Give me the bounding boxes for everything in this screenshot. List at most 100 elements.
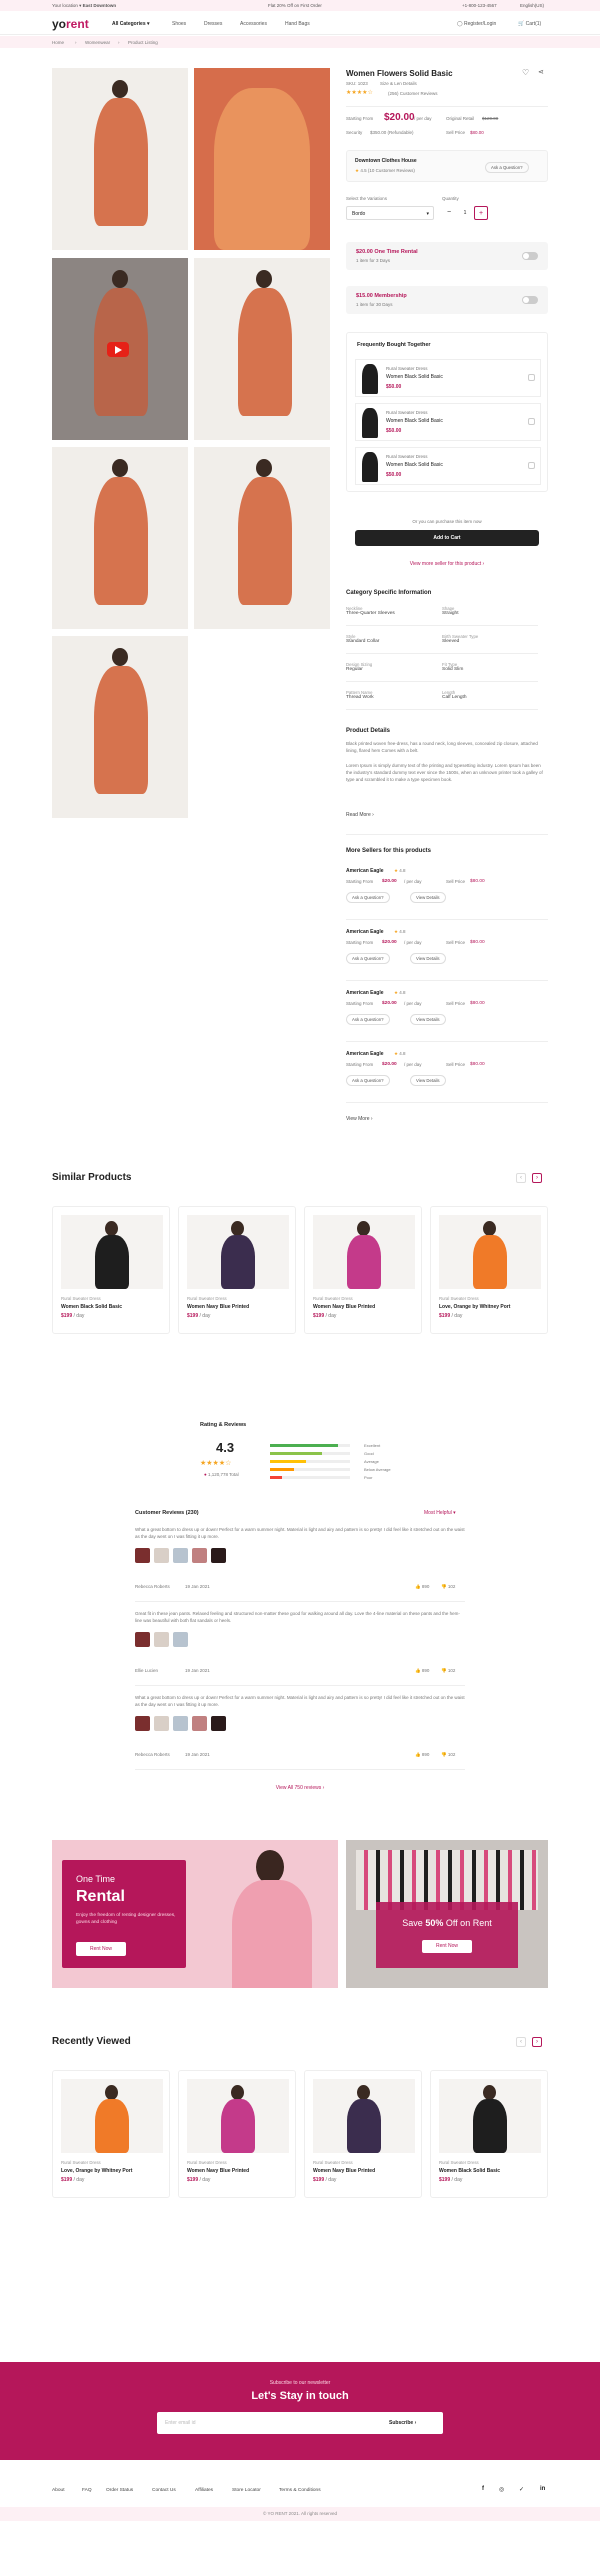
language-selector[interactable]: English(US) (520, 3, 544, 8)
review-photo[interactable] (135, 1548, 150, 1563)
seller-name[interactable]: American Eagle (346, 1051, 384, 1057)
logo[interactable]: yorent (52, 17, 89, 31)
view-details-button[interactable]: View Details (410, 1075, 446, 1086)
linkedin-icon[interactable]: in (540, 2486, 545, 2492)
ask-question-button[interactable]: Ask a Question? (485, 162, 529, 173)
review-photo[interactable] (135, 1632, 150, 1647)
reviews-count[interactable]: (256) Customer Reviews (388, 91, 438, 96)
product-card[interactable]: Rural Sweater Dress Love, Orange by Whitn… (52, 2070, 170, 2198)
footer-link-affiliates[interactable]: Affiliates (195, 2488, 213, 2493)
nav-dresses[interactable]: Dresses (204, 21, 222, 27)
sale-banner[interactable]: Save 50% Off on Rent Rent Now (346, 1840, 548, 1988)
dislike-button[interactable]: 👎 102 (441, 1668, 455, 1674)
review-photo[interactable] (211, 1716, 226, 1731)
ask-question-button[interactable]: Ask a Question? (346, 1075, 390, 1086)
quantity-value[interactable]: 1 (458, 206, 472, 220)
product-name[interactable]: Women Black Solid Basic (61, 1304, 122, 1310)
shop-name[interactable]: Downtown Clothes House (355, 158, 417, 164)
review-photo[interactable] (173, 1632, 188, 1647)
seller-name[interactable]: American Eagle (346, 868, 384, 874)
play-icon[interactable] (107, 342, 129, 357)
product-card[interactable]: Rural Sweater Dress Women Navy Blue Print… (304, 1206, 422, 1334)
all-categories-button[interactable]: All Categories ▾ (112, 21, 150, 27)
review-photo[interactable] (192, 1716, 207, 1731)
fbt-checkbox[interactable] (528, 418, 535, 425)
rental-toggle[interactable] (522, 252, 538, 260)
product-name[interactable]: Love, Orange by Whitney Port (439, 1304, 510, 1310)
product-name[interactable]: Love, Orange by Whitney Port (61, 2168, 132, 2174)
footer-link-contact[interactable]: Contact Us (152, 2488, 176, 2493)
product-card[interactable]: Rural Sweater Dress Women Black Solid Bas… (52, 1206, 170, 1334)
product-name[interactable]: Women Navy Blue Printed (313, 2168, 375, 2174)
read-more-link[interactable]: Read More › (346, 812, 374, 818)
quantity-minus[interactable]: − (442, 206, 456, 220)
rental-banner[interactable]: One Time Rental Enjoy the freedom of ren… (52, 1840, 338, 1988)
similar-next-button[interactable]: › (532, 1173, 542, 1183)
product-image[interactable] (313, 1215, 415, 1289)
footer-link-order-status[interactable]: Order Status (106, 2488, 133, 2493)
more-sellers-link[interactable]: View more seller for this product › (346, 561, 548, 567)
product-name[interactable]: Women Navy Blue Printed (313, 1304, 375, 1310)
product-card[interactable]: Rural Sweater Dress Women Navy Blue Print… (304, 2070, 422, 2198)
like-button[interactable]: 👍 890 (415, 1584, 429, 1590)
product-name[interactable]: Women Black Solid Basic (439, 2168, 500, 2174)
quantity-plus[interactable]: + (474, 206, 488, 220)
product-card[interactable]: Rural Sweater Dress Women Navy Blue Print… (178, 1206, 296, 1334)
seller-name[interactable]: American Eagle (346, 990, 384, 996)
review-photo[interactable] (154, 1716, 169, 1731)
phone-number[interactable]: +1-800-123-4567 (462, 3, 497, 8)
product-photo-2[interactable] (194, 68, 330, 250)
review-photo[interactable] (154, 1632, 169, 1647)
twitter-icon[interactable]: ✓ (519, 2486, 524, 2493)
email-input[interactable]: Enter email id (165, 2420, 196, 2426)
product-photo-4[interactable] (52, 447, 188, 629)
product-card[interactable]: Rural Sweater Dress Women Navy Blue Print… (178, 2070, 296, 2198)
breadcrumb-womenwear[interactable]: Womenwear (85, 40, 110, 45)
product-image[interactable] (61, 1215, 163, 1289)
product-photo-6[interactable] (52, 636, 188, 818)
ask-question-button[interactable]: Ask a Question? (346, 953, 390, 964)
fbt-checkbox[interactable] (528, 374, 535, 381)
view-details-button[interactable]: View Details (410, 892, 446, 903)
location-value[interactable]: East Downtown (83, 3, 117, 8)
product-image[interactable] (439, 1215, 541, 1289)
dislike-button[interactable]: 👎 102 (441, 1752, 455, 1758)
fbt-name[interactable]: Women Black Solid Basic (386, 418, 443, 424)
like-button[interactable]: 👍 890 (415, 1752, 429, 1758)
fbt-checkbox[interactable] (528, 462, 535, 469)
account-link[interactable]: ◯ Register/Login (457, 21, 496, 27)
recent-next-button[interactable]: › (532, 2037, 542, 2047)
review-photo[interactable] (135, 1716, 150, 1731)
product-name[interactable]: Women Navy Blue Printed (187, 2168, 249, 2174)
fbt-name[interactable]: Women Black Solid Basic (386, 374, 443, 380)
subscribe-button[interactable]: Subscribe › (389, 2420, 416, 2426)
nav-shoes[interactable]: Shoes (172, 21, 186, 27)
footer-link-terms[interactable]: Terms & Conditions (279, 2488, 321, 2493)
ask-question-button[interactable]: Ask a Question? (346, 1014, 390, 1025)
nav-handbags[interactable]: Hand Bags (285, 21, 310, 27)
view-details-button[interactable]: View Details (410, 1014, 446, 1025)
nav-accessories[interactable]: Accessories (240, 21, 267, 27)
share-icon[interactable]: ⋖ (538, 68, 544, 76)
review-photo[interactable] (173, 1716, 188, 1731)
membership-toggle[interactable] (522, 296, 538, 304)
product-image[interactable] (187, 1215, 289, 1289)
view-details-button[interactable]: View Details (410, 953, 446, 964)
review-photo[interactable] (192, 1548, 207, 1563)
product-name[interactable]: Women Navy Blue Printed (187, 1304, 249, 1310)
sort-dropdown[interactable]: Most Helpful ▾ (424, 1510, 456, 1516)
product-image[interactable] (61, 2079, 163, 2153)
wishlist-icon[interactable]: ♡ (522, 68, 529, 77)
membership-option[interactable]: $15.00 Membership 1 item for 30 Days (346, 286, 548, 314)
review-photo[interactable] (211, 1548, 226, 1563)
rent-now-button[interactable]: Rent Now (422, 1940, 472, 1953)
product-card[interactable]: Rural Sweater Dress Women Black Solid Bas… (430, 2070, 548, 2198)
product-card[interactable]: Rural Sweater Dress Love, Orange by Whitn… (430, 1206, 548, 1334)
product-image[interactable] (439, 2079, 541, 2153)
product-photo-5[interactable] (194, 447, 330, 629)
recent-prev-button[interactable]: ‹ (516, 2037, 526, 2047)
product-photo-1[interactable] (52, 68, 188, 250)
footer-link-store-locator[interactable]: Store Locator (232, 2488, 261, 2493)
view-all-reviews-link[interactable]: View All 750 reviews › (0, 1785, 600, 1791)
rent-now-button[interactable]: Rent Now (76, 1942, 126, 1956)
